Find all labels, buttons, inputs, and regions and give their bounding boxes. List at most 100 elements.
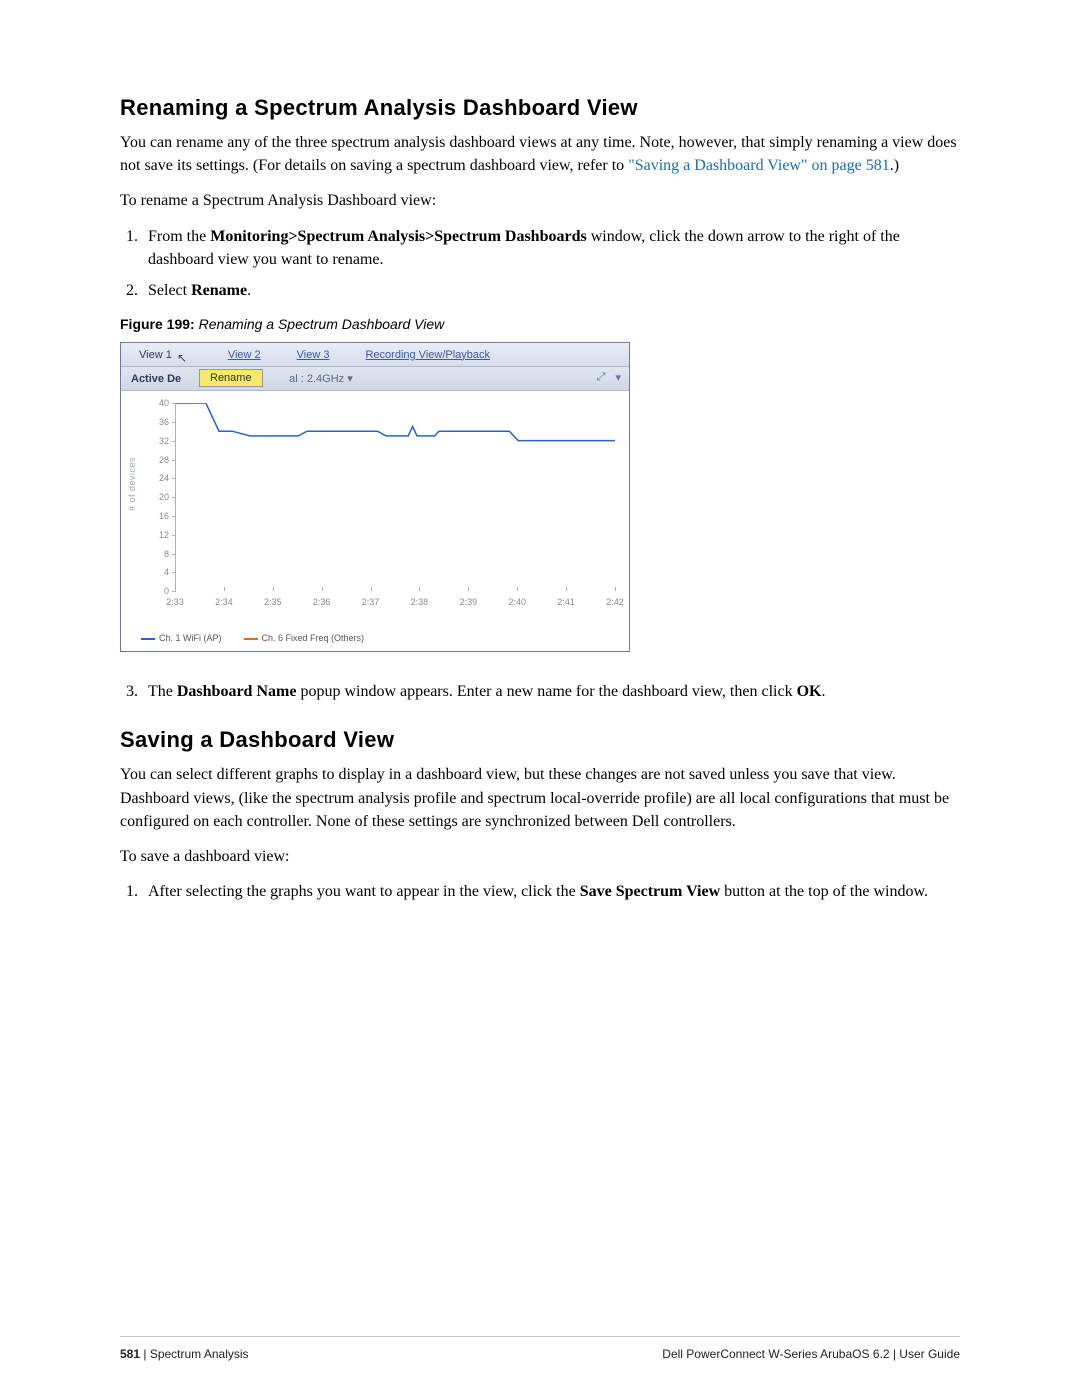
y-tick: 20 — [145, 492, 169, 502]
tab-view3[interactable]: View 3 — [279, 343, 348, 367]
x-tick: 2:36 — [313, 597, 331, 607]
x-tick-mark — [419, 587, 420, 591]
x-tick-mark — [273, 587, 274, 591]
y-tick: 16 — [145, 511, 169, 521]
text: The — [148, 683, 177, 700]
tab-view2[interactable]: View 2 — [210, 343, 279, 367]
legend-item-1: Ch. 1 WiFi (AP) — [141, 633, 222, 643]
y-tick-mark — [172, 572, 176, 573]
text: button at the top of the window. — [720, 883, 928, 900]
rename-menu-item[interactable]: Rename — [199, 369, 263, 387]
label-dashboard-name: Dashboard Name — [177, 683, 297, 700]
legend-swatch-orange — [244, 638, 258, 640]
path-monitoring: Monitoring>Spectrum Analysis>Spectrum Da… — [210, 228, 586, 245]
legend-swatch-blue — [141, 638, 155, 640]
step-3: The Dashboard Name popup window appears.… — [142, 680, 960, 703]
expand-icon[interactable]: ⤢ — [597, 371, 606, 384]
legend-item-2: Ch. 6 Fixed Freq (Others) — [244, 633, 365, 643]
legend-label-2: Ch. 6 Fixed Freq (Others) — [262, 633, 365, 643]
x-tick-mark — [517, 587, 518, 591]
footer-rule — [120, 1336, 960, 1337]
figure-caption: Figure 199: Renaming a Spectrum Dashboar… — [120, 316, 960, 332]
footer-right: Dell PowerConnect W-Series ArubaOS 6.2 |… — [662, 1347, 960, 1361]
y-tick: 32 — [145, 436, 169, 446]
para-rename-2: To rename a Spectrum Analysis Dashboard … — [120, 189, 960, 212]
footer-left: 581 | Spectrum Analysis — [120, 1347, 249, 1361]
plot: 04812162024283236402:332:342:352:362:372… — [175, 403, 615, 591]
x-tick-mark — [615, 587, 616, 591]
x-tick-mark — [322, 587, 323, 591]
y-tick-mark — [172, 516, 176, 517]
chart-menu-icon[interactable]: ▾ — [615, 371, 621, 384]
text: .) — [890, 157, 899, 174]
x-tick: 2:40 — [508, 597, 526, 607]
text: From the — [148, 228, 210, 245]
y-tick-mark — [172, 591, 176, 592]
y-tick-mark — [172, 460, 176, 461]
y-tick-mark — [172, 535, 176, 536]
x-tick-mark — [468, 587, 469, 591]
x-tick-mark — [371, 587, 372, 591]
y-tick: 36 — [145, 417, 169, 427]
y-tick-mark — [172, 478, 176, 479]
y-tick: 0 — [145, 586, 169, 596]
y-tick: 28 — [145, 455, 169, 465]
heading-saving: Saving a Dashboard View — [120, 727, 960, 753]
y-tick: 8 — [145, 549, 169, 559]
x-tick-mark — [224, 587, 225, 591]
x-tick: 2:34 — [215, 597, 233, 607]
y-tick: 40 — [145, 398, 169, 408]
x-tick: 2:37 — [362, 597, 380, 607]
line-series — [175, 403, 615, 591]
text: . — [821, 683, 825, 700]
step-2: Select Rename. — [142, 279, 960, 302]
tab-bar: View 1 ↖ View 2 View 3 Recording View/Pl… — [121, 343, 629, 367]
series-line — [175, 403, 615, 441]
figure-199: View 1 ↖ View 2 View 3 Recording View/Pl… — [120, 342, 630, 652]
footer-sep: | — [140, 1347, 150, 1361]
save-step-1: After selecting the graphs you want to a… — [142, 880, 960, 903]
y-tick-mark — [172, 497, 176, 498]
chart-area: # of devices 04812162024283236402:332:34… — [121, 391, 629, 651]
heading-renaming: Renaming a Spectrum Analysis Dashboard V… — [120, 95, 960, 121]
figure-number: Figure 199: — [120, 316, 195, 332]
sub-bar: Active De Rename al : 2.4GHz ▾ ⤢ ▾ — [121, 367, 629, 391]
x-tick: 2:39 — [460, 597, 478, 607]
text: Select — [148, 282, 191, 299]
text: popup window appears. Enter a new name f… — [296, 683, 796, 700]
label-rename: Rename — [191, 282, 247, 299]
y-axis-label: # of devices — [127, 457, 137, 511]
active-de-label: Active De — [131, 373, 181, 385]
x-tick: 2:38 — [411, 597, 429, 607]
footer-section: Spectrum Analysis — [150, 1347, 249, 1361]
y-tick-mark — [172, 403, 176, 404]
link-saving-dashboard[interactable]: "Saving a Dashboard View" on page 581 — [628, 157, 890, 174]
page-number: 581 — [120, 1347, 140, 1361]
step-1: From the Monitoring>Spectrum Analysis>Sp… — [142, 225, 960, 271]
y-tick: 4 — [145, 567, 169, 577]
x-tick-mark — [566, 587, 567, 591]
para-save-2: To save a dashboard view: — [120, 845, 960, 868]
footer: 581 | Spectrum Analysis Dell PowerConnec… — [120, 1347, 960, 1361]
cursor-icon: ↖ — [177, 351, 187, 365]
tab-recording[interactable]: Recording View/Playback — [347, 343, 508, 367]
text: After selecting the graphs you want to a… — [148, 883, 580, 900]
x-tick: 2:42 — [606, 597, 624, 607]
y-tick-mark — [172, 422, 176, 423]
x-tick: 2:41 — [557, 597, 575, 607]
text: . — [247, 282, 251, 299]
label-ok: OK — [797, 683, 822, 700]
band-label: al : 2.4GHz ▾ — [289, 372, 353, 385]
y-tick-mark — [172, 554, 176, 555]
legend-label-1: Ch. 1 WiFi (AP) — [159, 633, 222, 643]
label-save-spectrum-view: Save Spectrum View — [580, 883, 720, 900]
x-tick: 2:35 — [264, 597, 282, 607]
x-tick: 2:33 — [166, 597, 184, 607]
y-tick: 24 — [145, 473, 169, 483]
x-tick-mark — [175, 587, 176, 591]
y-tick-mark — [172, 441, 176, 442]
figure-title: Renaming a Spectrum Dashboard View — [195, 316, 445, 332]
legend: Ch. 1 WiFi (AP) Ch. 6 Fixed Freq (Others… — [141, 633, 364, 643]
y-tick: 12 — [145, 530, 169, 540]
para-rename-1: You can rename any of the three spectrum… — [120, 131, 960, 177]
